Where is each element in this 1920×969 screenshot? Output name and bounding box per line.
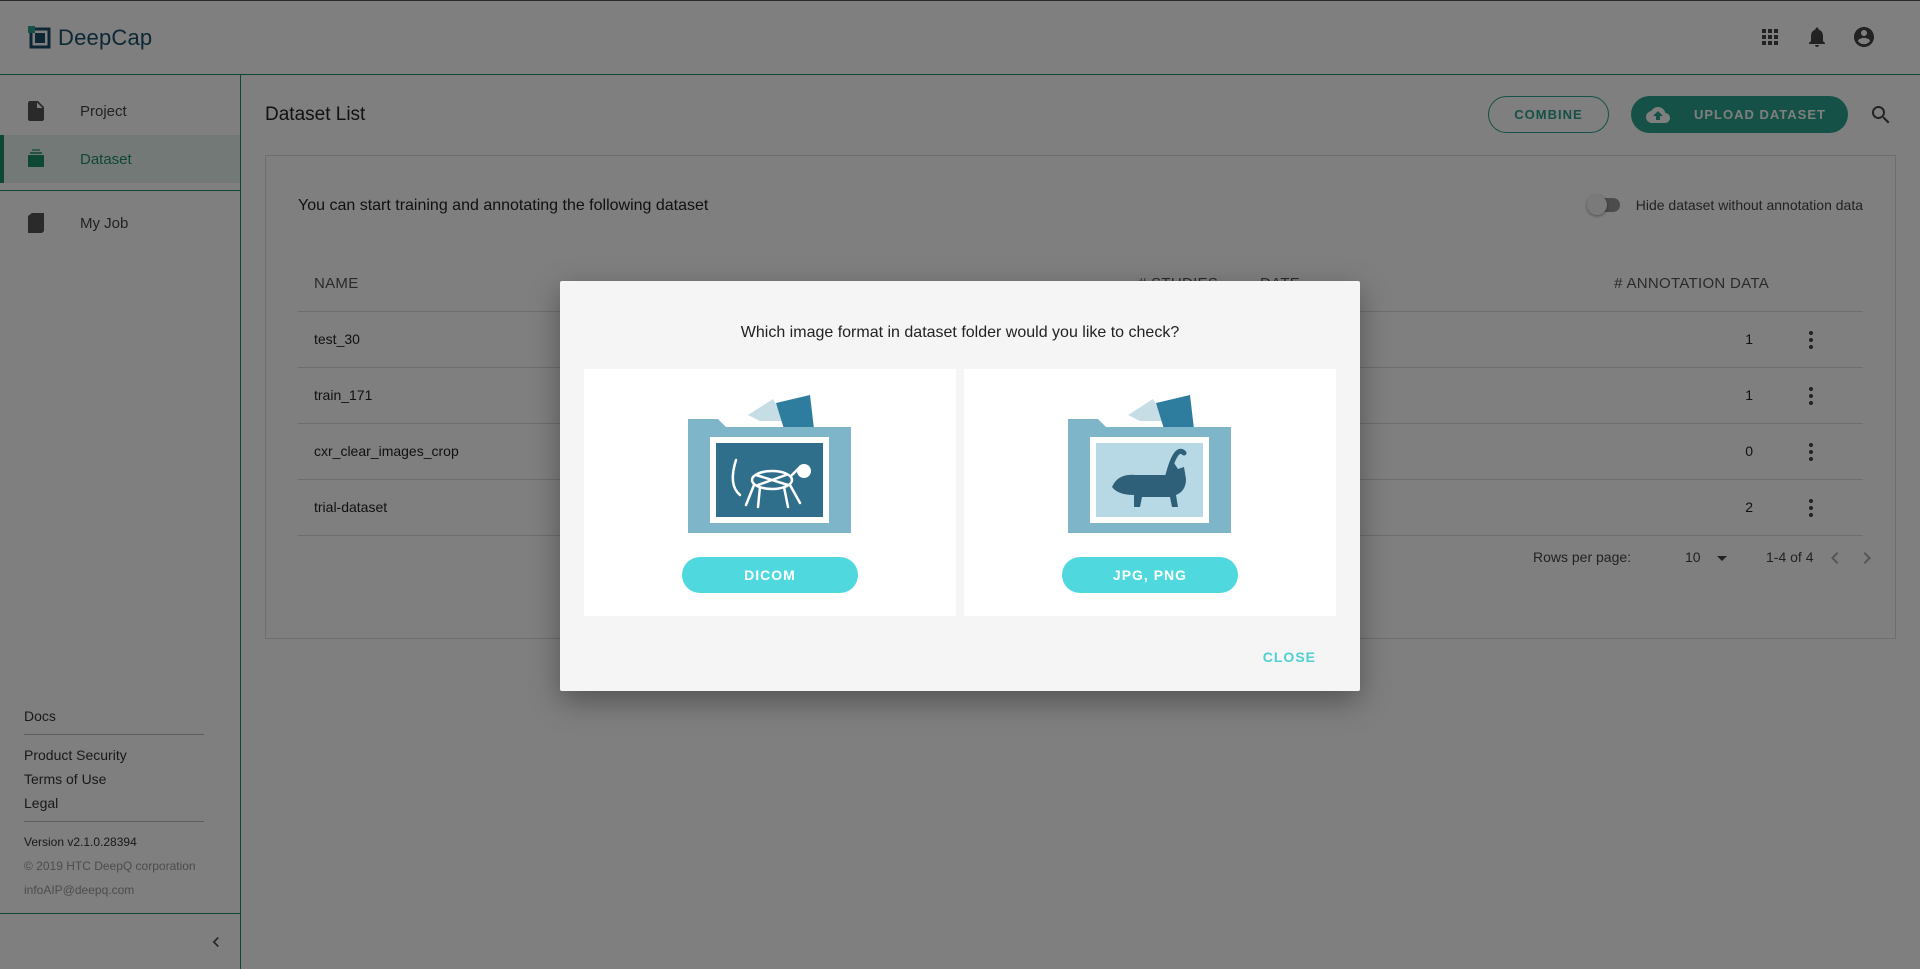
close-button[interactable]: CLOSE	[1263, 649, 1316, 665]
image-format-dialog: Which image format in dataset folder wou…	[560, 281, 1360, 691]
dialog-title: Which image format in dataset folder wou…	[740, 324, 1180, 341]
dicom-button[interactable]: DICOM	[682, 557, 858, 593]
jpg-png-button[interactable]: JPG, PNG	[1062, 557, 1238, 593]
xray-cat-folder-icon	[688, 395, 851, 533]
jpg-png-option-card[interactable]: JPG, PNG	[964, 369, 1336, 616]
dicom-option-card[interactable]: DICOM	[584, 369, 956, 616]
cat-photo-folder-icon	[1068, 395, 1231, 533]
